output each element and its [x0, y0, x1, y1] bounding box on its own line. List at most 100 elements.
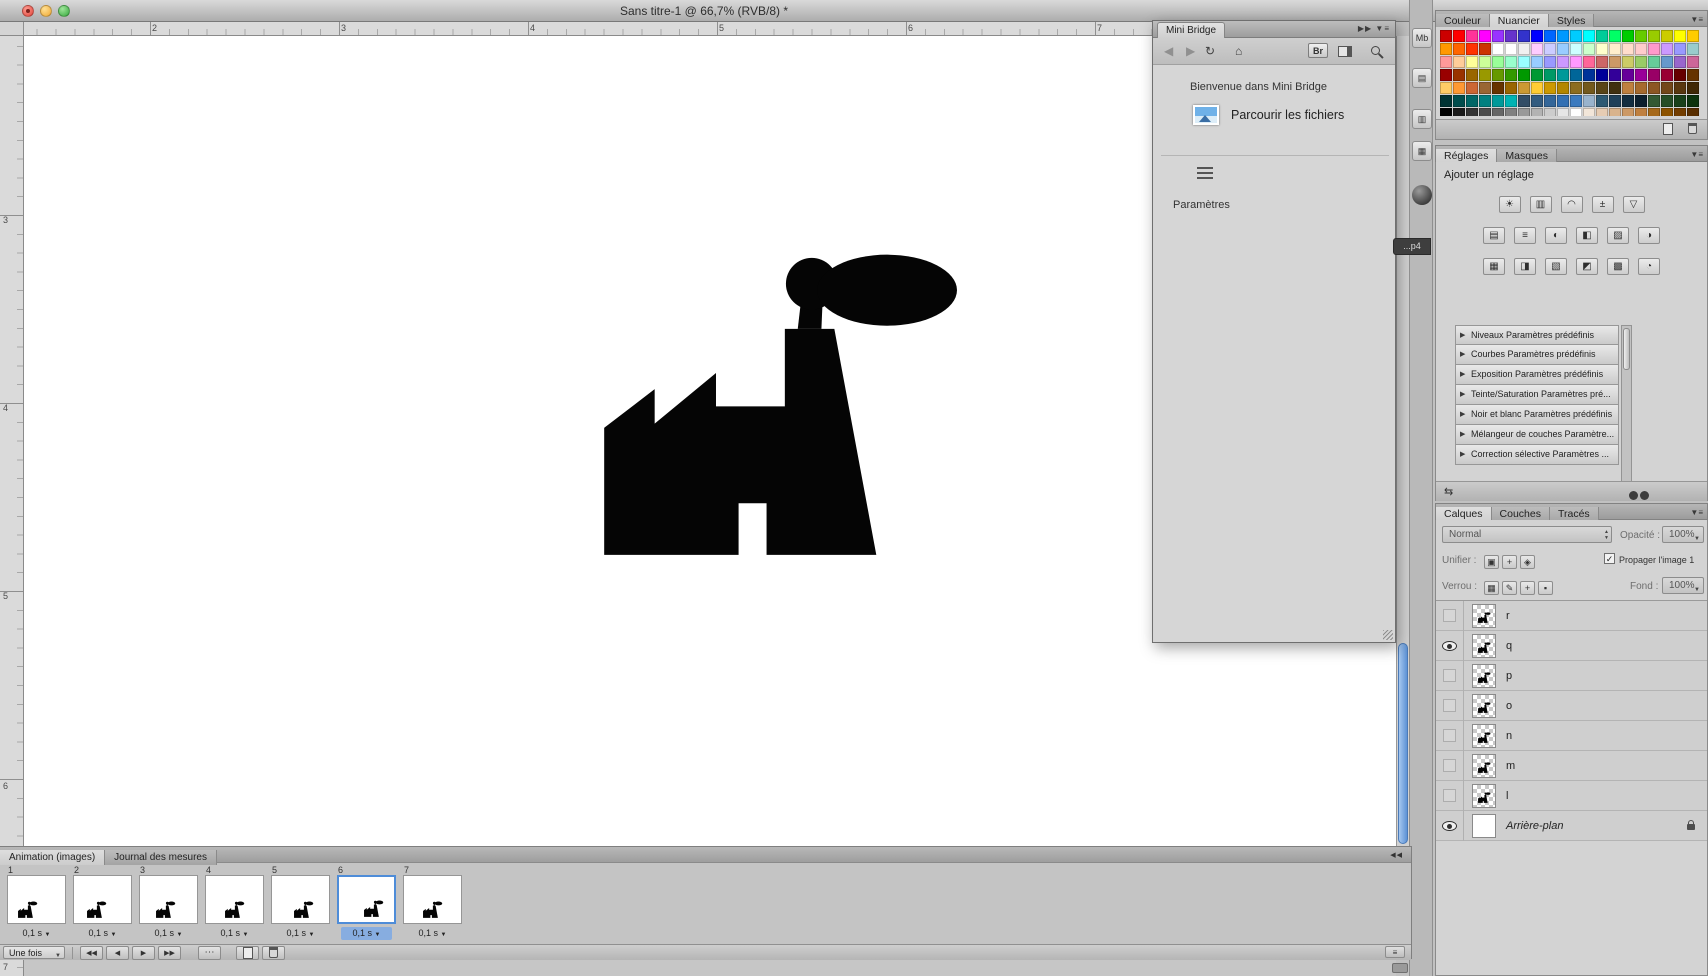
- selective-color-icon[interactable]: ◩: [1576, 258, 1598, 275]
- swatch[interactable]: [1661, 95, 1673, 107]
- switch-panel-button[interactable]: ⇆: [1444, 485, 1453, 498]
- preset-row[interactable]: ▶Niveaux Paramètres prédéfinis: [1455, 325, 1619, 345]
- swatch[interactable]: [1505, 43, 1517, 55]
- swatch[interactable]: [1479, 30, 1491, 42]
- swatch[interactable]: [1687, 43, 1699, 55]
- frame-delay[interactable]: 0,1 s ▼: [341, 927, 392, 940]
- swatch[interactable]: [1440, 95, 1452, 107]
- layer-row[interactable]: m: [1436, 751, 1707, 781]
- swatch[interactable]: [1674, 69, 1686, 81]
- settings-sliders-icon[interactable]: [1197, 167, 1213, 179]
- swatch[interactable]: [1648, 69, 1660, 81]
- visibility-well[interactable]: [1436, 601, 1464, 631]
- visibility-well[interactable]: [1436, 721, 1464, 751]
- frame-delay[interactable]: 0,1 s ▼: [143, 927, 194, 940]
- swatch[interactable]: [1440, 108, 1452, 116]
- swatch[interactable]: [1531, 108, 1543, 116]
- preset-row[interactable]: ▶Courbes Paramètres prédéfinis: [1455, 345, 1619, 365]
- swatch[interactable]: [1440, 56, 1452, 68]
- back-icon[interactable]: ◀: [1164, 44, 1173, 58]
- swatch[interactable]: [1557, 43, 1569, 55]
- swatch[interactable]: [1674, 30, 1686, 42]
- swatch[interactable]: [1544, 56, 1556, 68]
- refresh-icon[interactable]: ↻: [1205, 44, 1215, 58]
- swatch[interactable]: [1687, 108, 1699, 116]
- swatch[interactable]: [1492, 82, 1504, 94]
- swatch[interactable]: [1570, 108, 1582, 116]
- layer-row[interactable]: r: [1436, 601, 1707, 631]
- swatch[interactable]: [1479, 95, 1491, 107]
- frame-thumbnail[interactable]: [403, 875, 462, 924]
- lock-pixels-icon[interactable]: ✎: [1502, 581, 1517, 595]
- swatch[interactable]: [1661, 30, 1673, 42]
- swatch[interactable]: [1505, 56, 1517, 68]
- preset-row[interactable]: ▶Teinte/Saturation Paramètres pré...: [1455, 385, 1619, 405]
- swatch[interactable]: [1518, 30, 1530, 42]
- panel-menu-icon[interactable]: ▼≡: [1690, 508, 1703, 517]
- resize-grip[interactable]: [1383, 630, 1393, 640]
- swatch[interactable]: [1453, 95, 1465, 107]
- swatch[interactable]: [1622, 30, 1634, 42]
- swatch[interactable]: [1687, 56, 1699, 68]
- collapse-panel-icon[interactable]: ◀◀: [1390, 851, 1403, 859]
- frame-thumbnail[interactable]: [337, 875, 396, 924]
- swatch[interactable]: [1648, 95, 1660, 107]
- black-white-icon[interactable]: ◐: [1545, 227, 1567, 244]
- visibility-well[interactable]: [1436, 781, 1464, 811]
- lock-all-icon[interactable]: ▪: [1538, 581, 1553, 595]
- gradient-map-icon[interactable]: ▧: [1545, 258, 1567, 275]
- animation-frame[interactable]: 70,1 s ▼: [403, 865, 462, 943]
- layer-row[interactable]: l: [1436, 781, 1707, 811]
- preset-scrollbar[interactable]: [1621, 325, 1632, 483]
- animation-frame[interactable]: 30,1 s ▼: [139, 865, 198, 943]
- swatch[interactable]: [1453, 43, 1465, 55]
- panel-menu-icon[interactable]: ▼≡: [1375, 24, 1390, 33]
- duplicate-frame-button[interactable]: [236, 946, 259, 960]
- swatch[interactable]: [1622, 56, 1634, 68]
- mini-bridge-dock-icon[interactable]: Mb: [1412, 28, 1432, 48]
- swatch[interactable]: [1596, 30, 1608, 42]
- swatch[interactable]: [1674, 95, 1686, 107]
- swatch[interactable]: [1440, 30, 1452, 42]
- swatch[interactable]: [1609, 56, 1621, 68]
- invert-icon[interactable]: ◑: [1638, 227, 1660, 244]
- smooth-icon[interactable]: ◔: [1638, 258, 1660, 275]
- swatch[interactable]: [1466, 95, 1478, 107]
- swatch[interactable]: [1648, 43, 1660, 55]
- swatch[interactable]: [1479, 82, 1491, 94]
- swatch[interactable]: [1570, 30, 1582, 42]
- swatch[interactable]: [1687, 95, 1699, 107]
- swatch[interactable]: [1583, 30, 1595, 42]
- swatch[interactable]: [1518, 56, 1530, 68]
- swatch[interactable]: [1648, 56, 1660, 68]
- swatch[interactable]: [1453, 69, 1465, 81]
- visibility-well[interactable]: [1436, 811, 1464, 841]
- loop-select[interactable]: Une fois ▼: [3, 946, 65, 959]
- swatch[interactable]: [1505, 95, 1517, 107]
- visibility-well[interactable]: [1436, 691, 1464, 721]
- frame-thumbnail[interactable]: [73, 875, 132, 924]
- swatch[interactable]: [1466, 82, 1478, 94]
- frame-delay[interactable]: 0,1 s ▼: [11, 927, 62, 940]
- fill-field[interactable]: 100%▼: [1662, 577, 1704, 594]
- swatch[interactable]: [1505, 30, 1517, 42]
- pattern-icon[interactable]: ▩: [1607, 258, 1629, 275]
- scrollbar-thumb[interactable]: [1398, 643, 1408, 844]
- sphere-dock-icon[interactable]: [1412, 185, 1432, 205]
- swatch[interactable]: [1687, 69, 1699, 81]
- animation-frame[interactable]: 50,1 s ▼: [271, 865, 330, 943]
- swatch[interactable]: [1544, 43, 1556, 55]
- next-frame-button[interactable]: ▶▶: [158, 946, 181, 960]
- swatch[interactable]: [1635, 108, 1647, 116]
- swatch[interactable]: [1635, 69, 1647, 81]
- levels-icon[interactable]: ▥: [1530, 196, 1552, 213]
- layer-row[interactable]: p: [1436, 661, 1707, 691]
- channel-mixer-icon[interactable]: ▨: [1607, 227, 1629, 244]
- animation-frame[interactable]: 10,1 s ▼: [7, 865, 66, 943]
- preset-row[interactable]: ▶Exposition Paramètres prédéfinis: [1455, 365, 1619, 385]
- swatch[interactable]: [1531, 56, 1543, 68]
- swatch[interactable]: [1492, 95, 1504, 107]
- swatch[interactable]: [1622, 82, 1634, 94]
- swatch[interactable]: [1674, 56, 1686, 68]
- swatch[interactable]: [1466, 30, 1478, 42]
